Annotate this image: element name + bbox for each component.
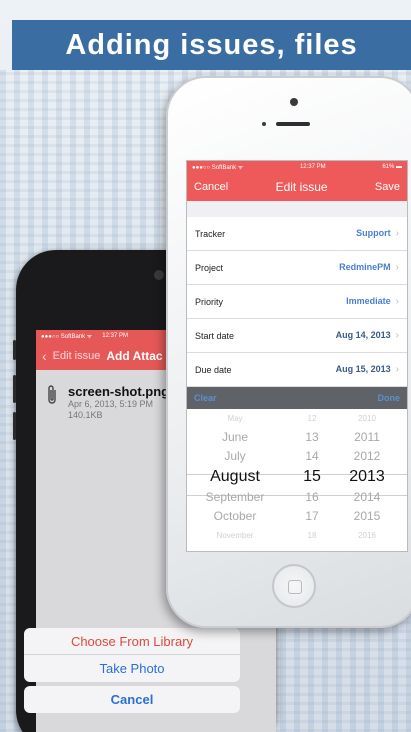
- picker-day: 13: [305, 430, 319, 444]
- form-label: Project: [195, 262, 224, 273]
- picker-year-column[interactable]: 2010 2011 2012 2013 2014 2015 2016: [339, 409, 395, 551]
- mute-switch: [13, 340, 16, 360]
- form-value: Immediate: [346, 296, 391, 306]
- status-time: 12:37 PM: [102, 333, 128, 339]
- picker-day: 14: [305, 449, 319, 463]
- earpiece-speaker: [276, 122, 310, 126]
- chevron-right-icon: ›: [395, 296, 399, 307]
- chevron-right-icon: ›: [395, 364, 399, 375]
- volume-down-button: [13, 412, 16, 440]
- issue-form: Tracker Support › Project RedminePM › Prio…: [187, 217, 407, 387]
- chevron-right-icon: ›: [395, 262, 399, 273]
- action-sheet: Choose From Library Take Photo Cancel: [24, 628, 240, 713]
- form-value: Aug 14, 2013: [335, 330, 391, 340]
- attachment-filename: screen-shot.png: [68, 384, 170, 399]
- choose-from-library-button[interactable]: Choose From Library: [24, 628, 240, 655]
- cancel-nav-button[interactable]: Cancel: [194, 181, 228, 193]
- paperclip-icon: [46, 384, 60, 434]
- home-button[interactable]: [272, 564, 316, 608]
- form-label: Start date: [195, 330, 235, 341]
- navigation-bar: Cancel Edit issue Save: [187, 173, 407, 201]
- form-row-start-date[interactable]: Start date Aug 14, 2013 ›: [187, 319, 407, 353]
- clear-button[interactable]: Clear: [194, 393, 217, 403]
- picker-month: October: [213, 509, 257, 523]
- front-camera: [290, 98, 298, 106]
- form-row-project[interactable]: Project RedminePM ›: [187, 251, 407, 285]
- picker-year: 2010: [358, 414, 376, 423]
- back-button[interactable]: Edit issue: [53, 350, 101, 362]
- front-phone-screen: ●●●○○ SoftBank ᯤ 12:37 PM 61% ▬ Cancel E…: [186, 160, 408, 552]
- volume-up-button: [13, 375, 16, 403]
- picker-year: 2014: [353, 490, 381, 504]
- done-button[interactable]: Done: [378, 393, 401, 403]
- form-label: Priority: [195, 296, 224, 307]
- status-carrier: ●●●○○ SoftBank ᯤ: [192, 165, 244, 171]
- attachment-date: Apr 6, 2013, 5:19 PM: [68, 399, 154, 409]
- save-button[interactable]: Save: [375, 181, 400, 193]
- form-row-tracker[interactable]: Tracker Support ›: [187, 217, 407, 251]
- chevron-right-icon: ›: [395, 228, 399, 239]
- nav-title: Add Attac: [106, 349, 163, 363]
- picker-day-selected: 15: [303, 468, 321, 485]
- picker-year: 2016: [358, 531, 376, 540]
- form-label: Due date: [195, 364, 232, 375]
- picker-month-selected: August: [210, 468, 260, 485]
- form-value: RedminePM: [339, 262, 391, 272]
- picker-month: September: [205, 490, 265, 504]
- status-bar: ●●●○○ SoftBank ᯤ 12:37 PM 61% ▬: [187, 161, 407, 173]
- picker-month: June: [221, 430, 249, 444]
- cancel-button[interactable]: Cancel: [24, 686, 240, 713]
- picker-year-selected: 2013: [349, 468, 385, 485]
- picker-year: 2015: [353, 509, 381, 523]
- form-value: Aug 15, 2013: [335, 364, 391, 374]
- front-phone: ●●●○○ SoftBank ᯤ 12:37 PM 61% ▬ Cancel E…: [166, 76, 411, 628]
- status-carrier: ●●●○○ SoftBank ᯤ: [41, 334, 93, 340]
- picker-month: November: [216, 531, 254, 540]
- picker-year: 2012: [353, 449, 381, 463]
- picker-day-column[interactable]: 12 13 14 15 16 17 18: [297, 409, 327, 551]
- picker-toolbar: Clear Done: [187, 387, 407, 409]
- banner-title: Adding issues, files: [65, 28, 358, 61]
- status-battery: 61% ▬: [382, 164, 402, 170]
- proximity-sensor: [262, 122, 266, 126]
- picker-month: July: [224, 449, 246, 463]
- nav-title: Edit issue: [275, 180, 328, 194]
- attachment-size: 140.1KB: [68, 410, 103, 420]
- front-camera: [154, 270, 164, 280]
- picker-day: 12: [307, 414, 317, 423]
- chevron-left-icon[interactable]: ‹: [42, 348, 47, 364]
- chevron-right-icon: ›: [395, 330, 399, 341]
- form-value: Support: [356, 228, 391, 238]
- picker-month: May: [227, 414, 243, 423]
- picker-day: 17: [305, 509, 319, 523]
- picker-day: 18: [307, 531, 317, 540]
- date-picker[interactable]: May June July August September October N…: [187, 409, 407, 551]
- picker-month-column[interactable]: May June July August September October N…: [197, 409, 273, 551]
- status-time: 12:37 PM: [299, 164, 326, 170]
- action-sheet-options: Choose From Library Take Photo: [24, 628, 240, 682]
- picker-day: 16: [305, 490, 319, 504]
- form-row-due-date[interactable]: Due date Aug 15, 2013 ›: [187, 353, 407, 387]
- take-photo-button[interactable]: Take Photo: [24, 655, 240, 682]
- promo-banner: Adding issues, files: [12, 20, 411, 70]
- form-label: Tracker: [195, 228, 226, 239]
- picker-year: 2011: [354, 430, 380, 444]
- form-row-priority[interactable]: Priority Immediate ›: [187, 285, 407, 319]
